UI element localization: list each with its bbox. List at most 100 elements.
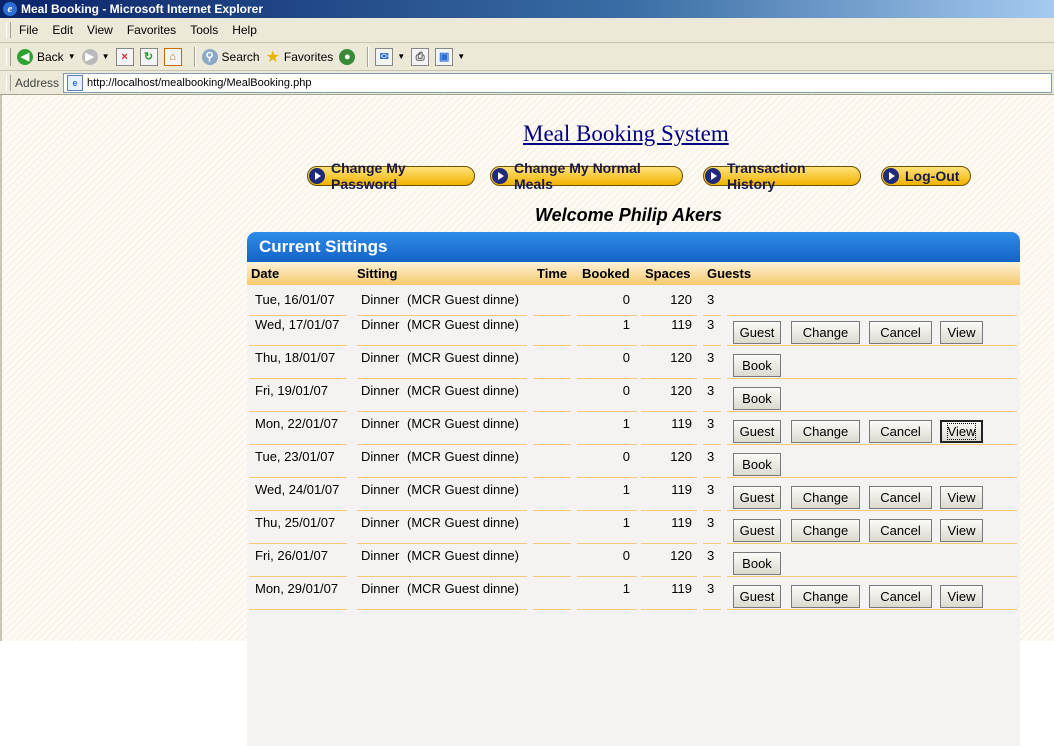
booked-count: 0: [622, 548, 630, 563]
chevron-down-icon[interactable]: ▼: [397, 52, 405, 61]
view-button[interactable]: View: [940, 519, 983, 542]
cancel-button[interactable]: Cancel: [869, 519, 932, 542]
favorites-button[interactable]: ★ Favorites: [266, 47, 334, 67]
panel-title: Current Sittings: [247, 232, 1020, 262]
cancel-button[interactable]: Cancel: [869, 420, 932, 443]
logout-button[interactable]: Log-Out: [881, 166, 971, 186]
view-button[interactable]: View: [940, 321, 983, 344]
row-divider: [533, 477, 571, 478]
change-button[interactable]: Change: [791, 420, 860, 443]
address-input[interactable]: e http://localhost/mealbooking/MealBooki…: [63, 72, 1052, 93]
book-button[interactable]: Book: [733, 387, 781, 410]
spaces-count: 119: [671, 515, 692, 530]
sitting-meal: Dinner: [361, 350, 400, 365]
row-divider: [703, 411, 721, 412]
guests-count: 3: [707, 416, 715, 431]
guests-count: 3: [707, 482, 715, 497]
view-button[interactable]: View: [940, 585, 983, 608]
row-divider: [727, 477, 1017, 478]
row-divider: [727, 315, 1017, 316]
guest-button[interactable]: Guest: [733, 321, 781, 344]
stop-button[interactable]: ×: [115, 47, 134, 66]
edit-button[interactable]: ▣ ▼: [435, 47, 465, 66]
change-button[interactable]: Change: [791, 519, 860, 542]
back-arrow-icon: ◀: [17, 48, 33, 65]
mail-button[interactable]: ✉ ▼: [375, 47, 405, 66]
row-divider: [533, 378, 571, 379]
guests-count: 3: [707, 548, 715, 563]
row-divider: [577, 477, 637, 478]
row-divider: [533, 609, 571, 610]
row-divider: [249, 576, 347, 577]
forward-button[interactable]: ▶ ▼: [81, 48, 110, 65]
col-date: Date: [251, 266, 280, 281]
menu-favorites[interactable]: Favorites: [127, 23, 176, 37]
row-divider: [727, 444, 1017, 445]
view-button[interactable]: View: [940, 486, 983, 509]
search-button[interactable]: ⚲ Search: [201, 48, 260, 65]
change-button[interactable]: Change: [791, 486, 860, 509]
toolbar-grip[interactable]: [6, 74, 11, 91]
view-button[interactable]: View: [940, 420, 983, 443]
internet-explorer-icon: e: [3, 2, 17, 16]
guest-button[interactable]: Guest: [733, 420, 781, 443]
row-divider: [727, 543, 1017, 544]
sitting-date: Fri, 26/01/07: [255, 548, 328, 563]
row-divider: [533, 543, 571, 544]
home-button[interactable]: ⌂: [163, 47, 182, 66]
guest-button[interactable]: Guest: [733, 585, 781, 608]
guest-button[interactable]: Guest: [733, 486, 781, 509]
col-time: Time: [537, 266, 568, 281]
window-title: Meal Booking - Microsoft Internet Explor…: [21, 2, 264, 16]
row-divider: [577, 411, 637, 412]
chevron-down-icon[interactable]: ▼: [68, 52, 76, 61]
chevron-down-icon[interactable]: ▼: [102, 52, 110, 61]
address-url[interactable]: http://localhost/mealbooking/MealBooking…: [87, 77, 311, 89]
media-button[interactable]: ●: [339, 48, 356, 65]
sitting-meal: Dinner: [361, 482, 400, 497]
menu-file[interactable]: File: [19, 23, 38, 37]
transaction-history-button[interactable]: Transaction History: [703, 160, 861, 192]
refresh-button[interactable]: ↻: [139, 47, 158, 66]
back-button[interactable]: ◀ Back ▼: [17, 48, 76, 65]
row-divider: [357, 378, 527, 379]
sitting-description: (MCR Guest dinne): [407, 350, 519, 365]
print-button[interactable]: ⎙: [411, 47, 430, 66]
cancel-button[interactable]: Cancel: [869, 321, 932, 344]
sitting-date: Wed, 17/01/07: [255, 317, 340, 332]
toolbar-grip[interactable]: [6, 22, 11, 38]
cancel-button[interactable]: Cancel: [869, 585, 932, 608]
search-icon: ⚲: [201, 48, 218, 65]
guests-count: 3: [707, 449, 715, 464]
sitting-description: (MCR Guest dinne): [407, 383, 519, 398]
menu-help[interactable]: Help: [232, 23, 257, 37]
menu-tools[interactable]: Tools: [190, 23, 218, 37]
refresh-icon: ↻: [139, 47, 158, 66]
row-divider: [533, 576, 571, 577]
change-button[interactable]: Change: [791, 321, 860, 344]
page-content: Meal Booking System Change My Password C…: [0, 95, 1054, 746]
row-divider: [533, 315, 571, 316]
row-divider: [641, 609, 697, 610]
chevron-down-icon[interactable]: ▼: [457, 52, 465, 61]
row-divider: [641, 378, 697, 379]
spaces-count: 119: [671, 581, 692, 596]
book-button[interactable]: Book: [733, 552, 781, 575]
menu-view[interactable]: View: [87, 23, 113, 37]
play-arrow-icon: [705, 168, 721, 184]
change-password-button[interactable]: Change My Password: [307, 160, 475, 192]
change-normal-meals-button[interactable]: Change My Normal Meals: [490, 160, 683, 192]
site-title-link[interactable]: Meal Booking System: [523, 121, 729, 147]
row-divider: [357, 543, 527, 544]
cancel-button[interactable]: Cancel: [869, 486, 932, 509]
address-bar: Address e http://localhost/mealbooking/M…: [0, 71, 1054, 95]
book-button[interactable]: Book: [733, 453, 781, 476]
change-button[interactable]: Change: [791, 585, 860, 608]
toolbar-grip[interactable]: [6, 47, 11, 66]
book-button[interactable]: Book: [733, 354, 781, 377]
spaces-count: 119: [671, 416, 692, 431]
menu-edit[interactable]: Edit: [52, 23, 73, 37]
row-divider: [641, 576, 697, 577]
guest-button[interactable]: Guest: [733, 519, 781, 542]
row-divider: [703, 477, 721, 478]
